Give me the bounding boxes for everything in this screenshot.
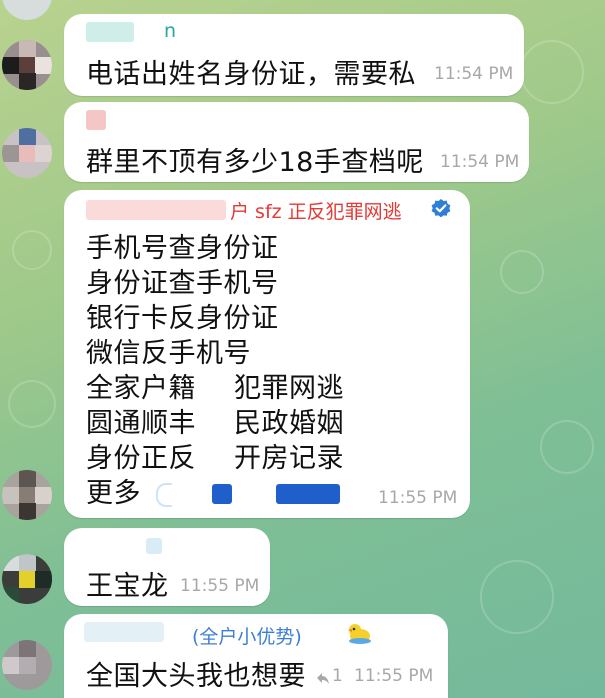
- sender-name[interactable]: (全户小优势): [192, 622, 302, 649]
- message-text: 全国大头我也想要: [86, 661, 306, 692]
- avatar[interactable]: [2, 554, 52, 604]
- message-bubble[interactable]: 王宝龙 11:55 PM: [64, 528, 270, 606]
- blurred-sender-name: [146, 538, 162, 554]
- avatar[interactable]: [2, 40, 52, 90]
- background-doodle: [8, 380, 56, 428]
- list-line: 民政婚姻: [234, 408, 344, 439]
- message-time: 11:54 PM: [434, 64, 514, 84]
- background-doodle: [540, 420, 594, 474]
- sender-name[interactable]: 户 sfz 正反犯罪网逃: [230, 197, 402, 224]
- message-bubble[interactable]: 户 sfz 正反犯罪网逃 手机号查身份证 身份证查手机号 银行卡反身份证 微信反…: [64, 190, 470, 518]
- blurred-sender-name: [86, 200, 226, 220]
- blurred-sender-name: [86, 110, 106, 130]
- message-bubble[interactable]: (全户小优势) 全国大头我也想要 1 11:55 PM: [64, 614, 448, 698]
- avatar[interactable]: [2, 640, 52, 690]
- message-text: 群里不顶有多少18手查档呢: [86, 147, 424, 178]
- avatar[interactable]: [2, 0, 52, 20]
- avatar[interactable]: [2, 470, 52, 520]
- list-line: 犯罪网逃: [234, 373, 344, 404]
- list-line: 开房记录: [234, 443, 344, 474]
- list-line: 手机号查身份证: [86, 233, 279, 264]
- blurred-sender-name: [86, 22, 134, 42]
- list-line: 全家户籍: [86, 373, 196, 404]
- list-line: 圆通顺丰: [86, 408, 196, 439]
- reply-count[interactable]: 1: [332, 666, 343, 686]
- message-text: 电话出姓名身份证，需要私: [86, 59, 416, 90]
- redacted-block: [276, 484, 340, 504]
- sender-name[interactable]: n: [164, 20, 176, 42]
- redacted-block: [156, 483, 172, 507]
- message-bubble[interactable]: n 电话出姓名身份证，需要私 11:54 PM: [64, 14, 524, 96]
- message-time: 11:55 PM: [180, 576, 260, 596]
- list-line: 身份正反: [86, 443, 196, 474]
- list-line: 银行卡反身份证: [86, 303, 279, 334]
- message-time: 11:55 PM: [378, 488, 458, 508]
- message-bubble[interactable]: 群里不顶有多少18手查档呢 11:54 PM: [64, 102, 529, 182]
- reply-arrow-icon[interactable]: [316, 670, 330, 684]
- blurred-sender-name: [84, 622, 164, 642]
- verified-badge-icon: [430, 198, 452, 220]
- background-doodle: [500, 250, 544, 294]
- avatar[interactable]: [2, 128, 52, 178]
- list-line: 更多: [86, 478, 141, 509]
- message-time: 11:55 PM: [354, 666, 434, 686]
- background-doodle: [480, 560, 554, 634]
- message-time: 11:54 PM: [440, 152, 520, 172]
- list-line: 微信反手机号: [86, 338, 251, 369]
- background-doodle: [12, 230, 52, 270]
- duck-emoji-icon: [346, 622, 372, 644]
- redacted-block: [212, 484, 232, 504]
- background-doodle: [520, 40, 584, 104]
- list-line: 身份证查手机号: [86, 268, 279, 299]
- message-text: 王宝龙: [86, 571, 169, 602]
